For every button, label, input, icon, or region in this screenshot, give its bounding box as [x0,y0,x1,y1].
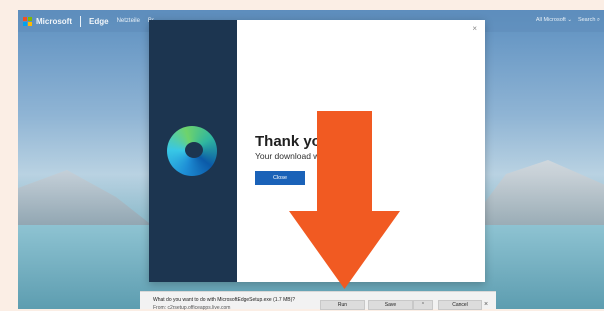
nav-right-group: All Microsoft ⌄ Search ⌕ [536,17,600,24]
microsoft-logo-icon [23,16,32,26]
download-notification-bar: What do you want to do with MicrosoftEdg… [140,291,496,311]
screenshot-frame: Microsoft Edge Netzteile Br All Microsof… [0,0,604,311]
microsoft-logo[interactable]: Microsoft [23,16,72,26]
search-link[interactable]: Search ⌕ [578,17,600,24]
dialog-close-icon[interactable]: × [472,24,477,33]
background-mountain-left [18,170,158,230]
dialog-sidebar [149,20,237,282]
download-question: What do you want to do with MicrosoftEdg… [153,297,296,303]
nav-link-netzteile[interactable]: Netzteile [117,18,140,24]
down-arrow-icon [289,111,400,289]
download-source: From: c2rsetup.officeapps.live.com [153,305,231,311]
download-bar-close-icon[interactable]: × [484,301,488,308]
all-microsoft-menu[interactable]: All Microsoft ⌄ [536,17,572,24]
background-mountain-right [464,160,604,230]
brand-name: Microsoft [36,16,72,26]
edge-logo-icon [167,126,217,176]
nav-divider [80,15,81,27]
product-name[interactable]: Edge [89,17,109,26]
